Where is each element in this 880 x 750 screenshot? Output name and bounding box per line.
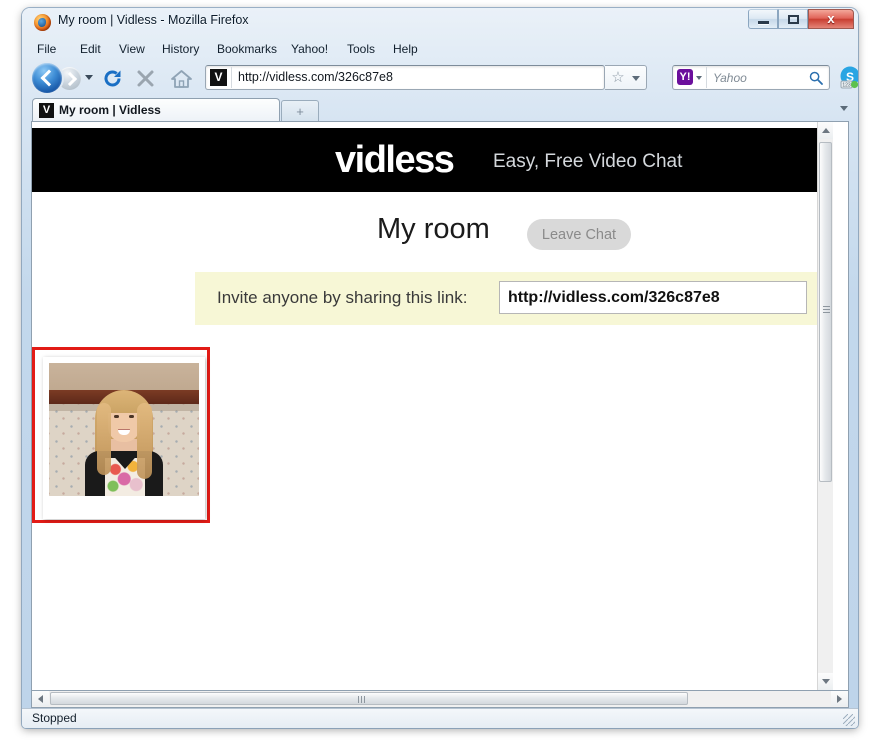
web-page: vidless Easy, Free Video Chat My room Le… (32, 122, 833, 690)
site-tagline: Easy, Free Video Chat (493, 151, 683, 172)
local-video-card[interactable] (43, 357, 205, 519)
resize-grip-icon[interactable] (843, 714, 855, 726)
tab-bar: V My room | Vidless + (22, 96, 858, 122)
invite-link-input[interactable] (499, 281, 807, 314)
maximize-icon (788, 15, 799, 24)
bookmark-button[interactable]: ☆ (605, 65, 647, 90)
triangle-down-icon (822, 679, 830, 684)
vidless-logo: vidless (335, 139, 455, 181)
search-bar-divider (706, 67, 707, 88)
magnifier-icon[interactable] (809, 71, 823, 85)
local-video-highlight-box (32, 347, 210, 523)
tab-favicon-icon: V (39, 103, 54, 118)
menu-item-help[interactable]: Help (388, 40, 423, 58)
scroll-left-button[interactable] (32, 691, 49, 706)
window-title: My room | Vidless - Mozilla Firefox (58, 13, 249, 27)
chevron-down-icon[interactable] (696, 76, 702, 80)
status-text: Stopped (32, 711, 77, 725)
invite-banner: Invite anyone by sharing this link: (195, 272, 821, 325)
scrollbar-grip-icon (358, 696, 367, 703)
page-horizontal-scrollbar[interactable] (31, 691, 849, 708)
stop-icon[interactable] (135, 68, 156, 89)
home-icon[interactable] (170, 68, 193, 89)
menu-item-file[interactable]: File (32, 40, 61, 58)
search-bar[interactable]: Y! Yahoo (672, 65, 830, 90)
video-person-hair-strand-right (137, 403, 152, 479)
back-arrow-icon[interactable] (32, 63, 62, 93)
scroll-up-button[interactable] (818, 122, 833, 139)
menu-item-yahoo[interactable]: Yahoo! (286, 40, 333, 58)
vertical-scrollbar-thumb[interactable] (819, 142, 832, 482)
close-icon: x (827, 11, 835, 26)
scrollbar-grip-icon (823, 306, 830, 315)
menu-item-history[interactable]: History (157, 40, 204, 58)
menu-bar: File Edit View History Bookmarks Yahoo! … (22, 38, 858, 60)
horizontal-scrollbar-thumb[interactable] (50, 692, 688, 705)
video-person-eye-left (114, 415, 119, 418)
star-icon[interactable]: ☆ (610, 70, 626, 86)
chevron-down-icon[interactable] (632, 76, 640, 81)
video-person-hair-strand-left (97, 403, 111, 475)
site-header: vidless Easy, Free Video Chat (32, 128, 833, 192)
url-bar-divider (231, 67, 232, 88)
plus-icon: + (296, 104, 304, 119)
page-vertical-scrollbar[interactable] (817, 122, 833, 690)
status-bar: Stopped (22, 708, 858, 728)
close-button[interactable]: x (808, 9, 854, 29)
url-input[interactable]: http://vidless.com/326c87e8 (238, 70, 393, 84)
menu-item-bookmarks[interactable]: Bookmarks (212, 40, 282, 58)
triangle-left-icon (38, 695, 43, 703)
new-tab-button[interactable]: + (281, 100, 319, 122)
url-bar[interactable]: V http://vidless.com/326c87e8 (205, 65, 605, 90)
tab-label: My room | Vidless (59, 103, 161, 117)
browser-viewport: vidless Easy, Free Video Chat My room Le… (31, 121, 849, 691)
svg-text:123: 123 (842, 83, 851, 89)
maximize-button[interactable] (778, 9, 808, 29)
minimize-button[interactable] (748, 9, 778, 29)
scroll-right-button[interactable] (831, 691, 848, 706)
yahoo-icon[interactable]: Y! (677, 69, 693, 85)
title-bar: My room | Vidless - Mozilla Firefox x (22, 8, 858, 38)
menu-item-view[interactable]: View (114, 40, 150, 58)
site-favicon-icon: V (210, 69, 227, 86)
triangle-right-icon (837, 695, 842, 703)
reload-icon[interactable] (102, 68, 123, 89)
video-background-wall (49, 363, 199, 393)
skype-icon[interactable]: S 123 (838, 65, 858, 89)
triangle-up-icon (822, 128, 830, 133)
page-title: My room (377, 213, 490, 245)
menu-item-edit[interactable]: Edit (75, 40, 106, 58)
menu-item-tools[interactable]: Tools (342, 40, 380, 58)
firefox-icon (34, 14, 51, 31)
video-person-eye-right (129, 415, 134, 418)
minimize-icon (758, 21, 769, 24)
local-video-stream[interactable] (49, 363, 199, 496)
desktop-background: My room | Vidless - Mozilla Firefox x Fi… (0, 0, 880, 750)
search-input[interactable]: Yahoo (713, 71, 747, 85)
chevron-down-icon[interactable] (85, 75, 93, 80)
leave-chat-button[interactable]: Leave Chat (527, 219, 631, 250)
tab-list-chevron-down-icon[interactable] (840, 106, 848, 111)
tab-my-room-vidless[interactable]: V My room | Vidless (32, 98, 280, 122)
firefox-window: My room | Vidless - Mozilla Firefox x Fi… (22, 8, 858, 728)
navigation-toolbar: V http://vidless.com/326c87e8 ☆ Y! Yahoo (22, 60, 858, 96)
scroll-down-button[interactable] (818, 673, 833, 690)
invite-label: Invite anyone by sharing this link: (217, 288, 468, 307)
